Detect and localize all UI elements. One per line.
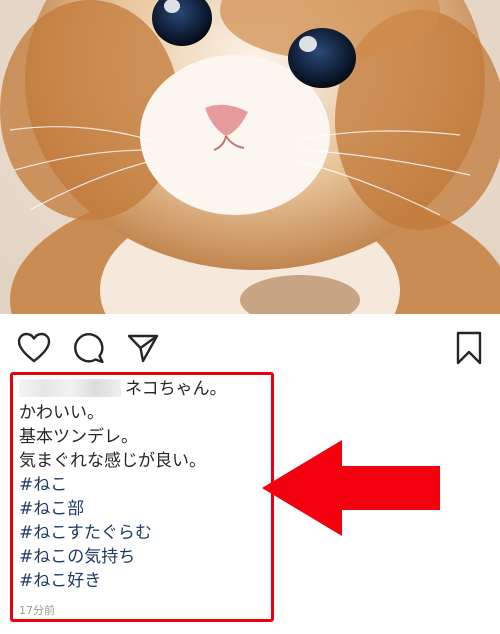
caption-line: かわいい。	[19, 403, 104, 423]
hashtag-link[interactable]: #ねこすたぐらむ	[19, 521, 271, 545]
share-button[interactable]	[123, 328, 163, 368]
caption-title: ネコちゃん。	[125, 379, 227, 399]
caption-highlight-box: ネコちゃん。 かわいい。 基本ツンデレ。 気まぐれな感じが良い。 #ねこ #ねこ…	[10, 372, 274, 622]
instagram-post: ネコちゃん。 かわいい。 基本ツンデレ。 気まぐれな感じが良い。 #ねこ #ねこ…	[0, 0, 500, 634]
caption-first-line: ネコちゃん。	[19, 377, 271, 401]
hashtag-link[interactable]: #ねこ	[19, 473, 271, 497]
username-redacted	[19, 379, 121, 397]
hashtag-link[interactable]: #ねこ好き	[19, 569, 271, 593]
comment-button[interactable]	[69, 328, 109, 368]
paper-plane-icon	[127, 334, 159, 363]
save-button[interactable]	[449, 328, 489, 368]
like-button[interactable]	[14, 328, 54, 368]
caption-line: 気まぐれな感じが良い。	[19, 451, 206, 471]
heart-icon	[17, 332, 51, 363]
bookmark-icon	[456, 331, 482, 365]
hashtag-link[interactable]: #ねこの気持ち	[19, 545, 271, 569]
red-arrow-annotation	[262, 440, 440, 536]
post-action-bar	[0, 314, 500, 374]
post-photo[interactable]	[0, 0, 500, 314]
hashtag-link[interactable]: #ねこ部	[19, 497, 271, 521]
post-timestamp: 17分前	[19, 604, 55, 617]
caption-line: 基本ツンデレ。	[19, 427, 138, 447]
kitten-photo	[0, 0, 500, 314]
speech-bubble-icon	[74, 333, 104, 364]
